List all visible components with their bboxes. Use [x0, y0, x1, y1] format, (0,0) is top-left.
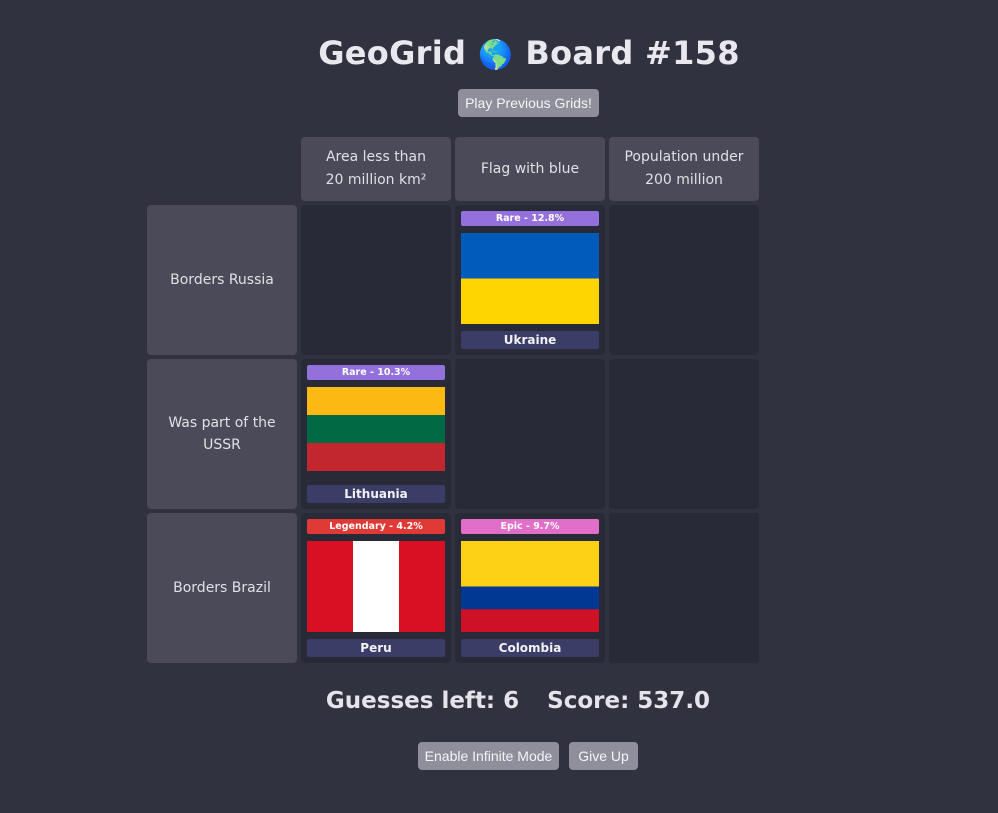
grid-cell-r2c0[interactable]: Legendary - 4.2% Peru [301, 513, 451, 663]
play-previous-grids-button[interactable]: Play Previous Grids! [458, 89, 599, 117]
country-name: Lithuania [307, 485, 445, 503]
board-number: Board #158 [525, 34, 740, 72]
score: Score: 537.0 [547, 688, 711, 714]
grid-cell-r1c2[interactable] [609, 359, 759, 509]
grid-cell-r0c0[interactable] [301, 205, 451, 355]
grid-cell-r1c0[interactable]: Rare - 10.3% Lithuania [301, 359, 451, 509]
colombia-flag [461, 541, 599, 632]
peru-flag [307, 541, 445, 632]
grid-cell-r1c1[interactable] [455, 359, 605, 509]
column-header-population: Population under 200 million [609, 137, 759, 201]
lithuania-flag [307, 387, 445, 478]
row-header-borders-russia: Borders Russia [147, 205, 297, 355]
grid-cell-r2c1[interactable]: Epic - 9.7% Colombia [455, 513, 605, 663]
column-header-flag-blue: Flag with blue [455, 137, 605, 201]
rarity-badge: Legendary - 4.2% [307, 519, 445, 534]
ukraine-flag [461, 233, 599, 324]
row-header-borders-brazil: Borders Brazil [147, 513, 297, 663]
guesses-left: Guesses left: 6 [325, 688, 520, 714]
country-name: Ukraine [461, 331, 599, 349]
grid-cell-r2c2[interactable] [609, 513, 759, 663]
globe-icon: 🌎 [478, 38, 514, 71]
grid-cell-r0c1[interactable]: Rare - 12.8% Ukraine [455, 205, 605, 355]
game-status: Guesses left: 6 Score: 537.0 [0, 688, 998, 714]
row-header-ussr: Was part of the USSR [147, 359, 297, 509]
grid-cell-r0c2[interactable] [609, 205, 759, 355]
country-name: Peru [307, 639, 445, 657]
title-geogrid: GeoGrid [318, 34, 467, 72]
column-header-area: Area less than 20 million km² [301, 137, 451, 201]
page-title: GeoGrid 🌎 Board #158 [0, 34, 998, 72]
rarity-badge: Rare - 12.8% [461, 211, 599, 226]
rarity-badge: Epic - 9.7% [461, 519, 599, 534]
rarity-badge: Rare - 10.3% [307, 365, 445, 380]
country-name: Colombia [461, 639, 599, 657]
enable-infinite-mode-button[interactable]: Enable Infinite Mode [418, 742, 559, 770]
give-up-button[interactable]: Give Up [569, 742, 638, 770]
